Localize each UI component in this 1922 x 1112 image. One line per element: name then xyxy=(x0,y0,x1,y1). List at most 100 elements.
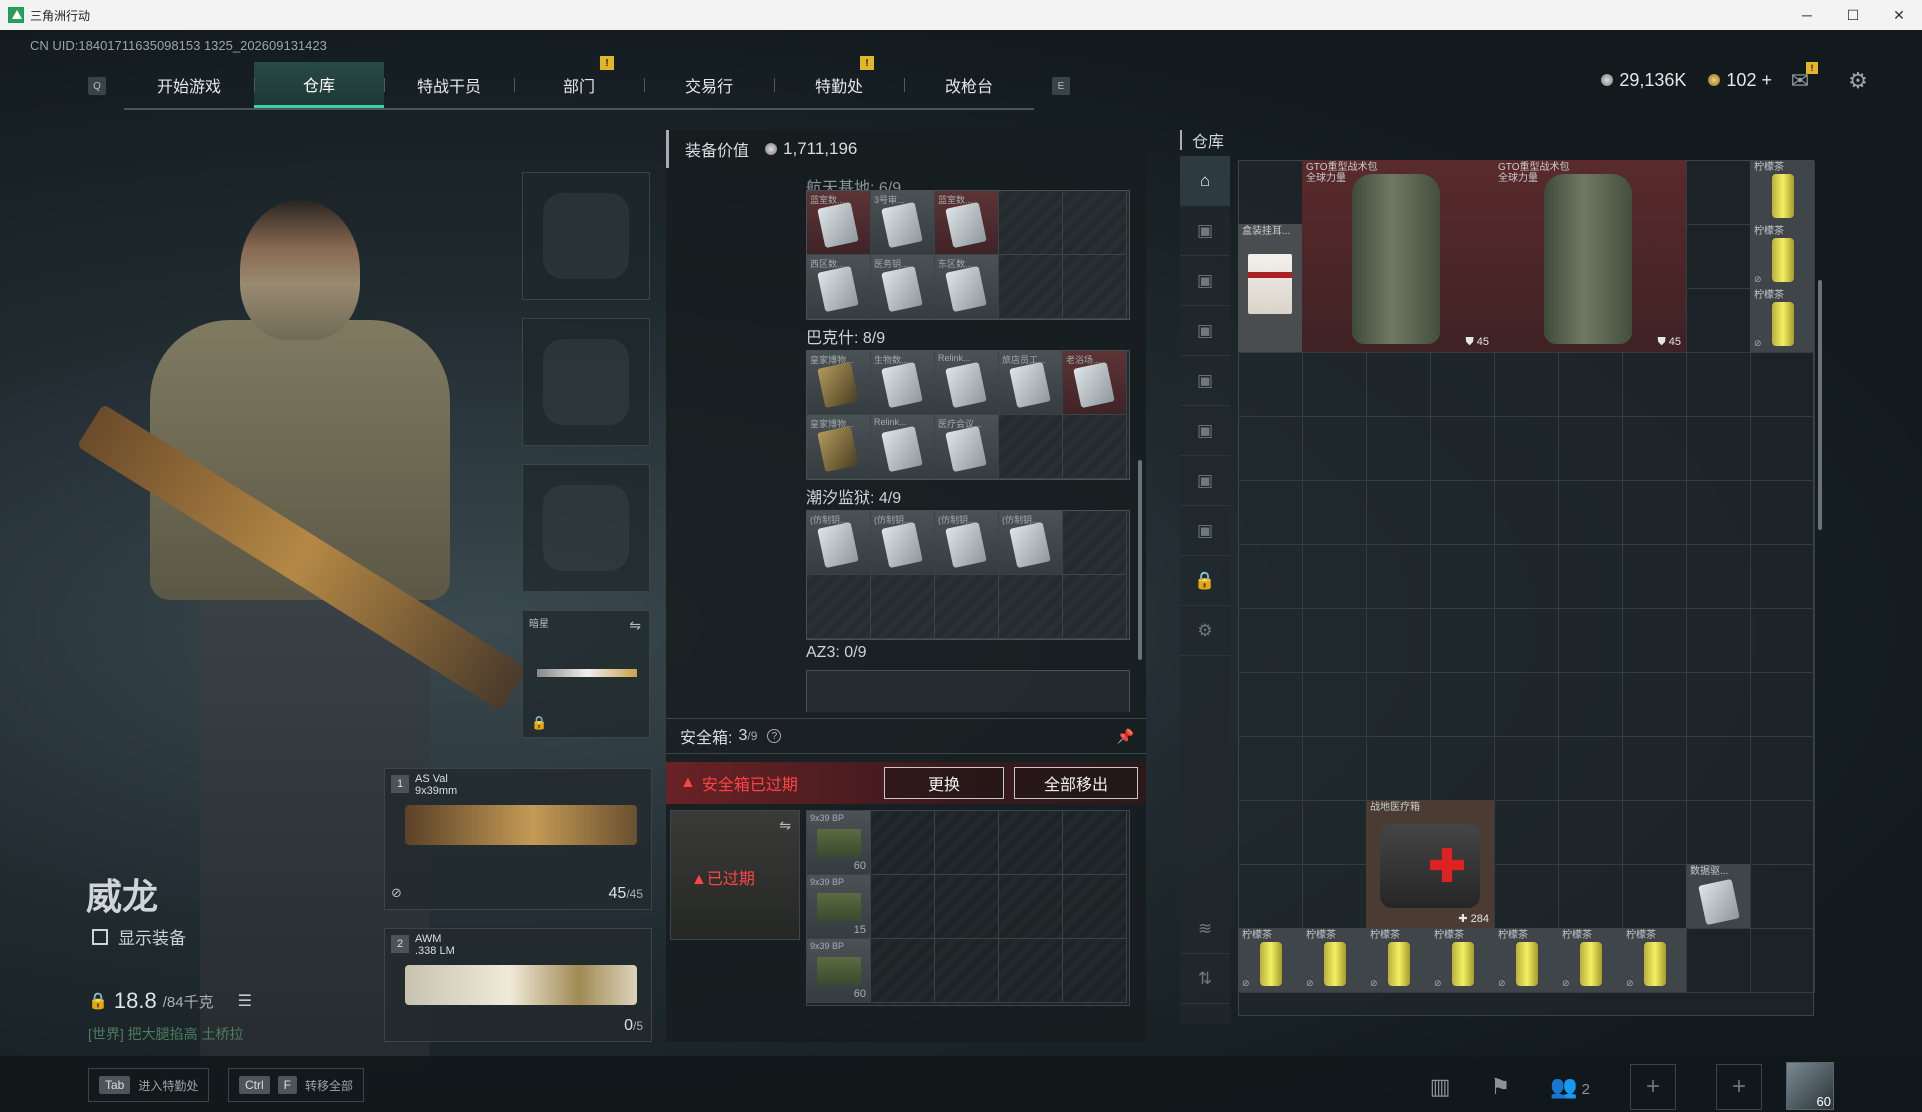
empty-slot[interactable] xyxy=(935,875,999,939)
empty-slot[interactable] xyxy=(1063,939,1127,1003)
keycard-item[interactable]: 旅店员工... xyxy=(999,351,1063,415)
keycard-item[interactable]: Relink... xyxy=(935,351,999,415)
empty-slot[interactable] xyxy=(999,191,1063,255)
keycard-item[interactable]: (仿制钥... xyxy=(935,511,999,575)
helmet-slot[interactable] xyxy=(522,172,650,300)
keycard-item[interactable]: 皇家博物... xyxy=(807,351,871,415)
tab-department[interactable]: 部门! xyxy=(514,56,644,108)
empty-slot[interactable] xyxy=(807,575,871,639)
storage-expansion-3-icon[interactable]: ▣ xyxy=(1180,306,1230,356)
empty-slot[interactable] xyxy=(999,811,1063,875)
show-equipment-checkbox[interactable] xyxy=(92,928,108,945)
empty-slot[interactable] xyxy=(871,875,935,939)
nav-next-key[interactable]: E xyxy=(1052,77,1070,95)
storage-settings-icon[interactable]: ⚙ xyxy=(1180,606,1230,656)
keycard-item[interactable]: 生物数... xyxy=(871,351,935,415)
empty-slot[interactable] xyxy=(935,811,999,875)
keycard-item[interactable]: 皇家博物... xyxy=(807,415,871,479)
pistol-slot[interactable] xyxy=(522,464,650,592)
ammo-item[interactable]: 9x39 BP 60 xyxy=(807,811,871,875)
primary-weapon-slot[interactable]: 1 AS Val 9x39mm ⊘ 45/45 xyxy=(384,768,652,910)
nav-prev-key[interactable]: Q xyxy=(88,77,106,95)
backpack-item[interactable]: GTO重型战术包 全球力量 ⛊ 45 xyxy=(1302,160,1494,352)
lemon-tea-item[interactable]: 柠檬茶 ⊘ xyxy=(1302,928,1366,992)
lemon-tea-item[interactable]: 柠檬茶 ⊘ xyxy=(1558,928,1622,992)
lemon-tea-item[interactable]: 柠檬茶 ⊘ xyxy=(1494,928,1558,992)
coffee-box-item[interactable]: 盒装挂耳... xyxy=(1238,224,1302,352)
keycard-item[interactable]: 老浴场... xyxy=(1063,351,1127,415)
keycard-item[interactable]: Relink... xyxy=(871,415,935,479)
empty-slot[interactable] xyxy=(935,575,999,639)
tab-special-ops[interactable]: 特勤处! xyxy=(774,56,904,108)
keycard-item[interactable]: 蓝室数... xyxy=(807,191,871,255)
empty-slot[interactable] xyxy=(1063,511,1127,575)
list-icon[interactable]: ☰ xyxy=(238,991,252,1011)
keycard-item[interactable]: 3号审... xyxy=(871,191,935,255)
tab-gunsmith[interactable]: 改枪台 xyxy=(904,62,1034,108)
empty-slot[interactable] xyxy=(871,575,935,639)
keycard-item[interactable]: 蓝室数... xyxy=(935,191,999,255)
empty-slot[interactable] xyxy=(935,939,999,1003)
mail-icon[interactable]: ✉! xyxy=(1786,62,1818,94)
lemon-tea-item[interactable]: 柠檬茶 xyxy=(1750,160,1814,224)
armor-slot[interactable] xyxy=(522,318,650,446)
lemon-tea-item[interactable]: 柠檬茶 ⊘ xyxy=(1238,928,1302,992)
empty-slot[interactable] xyxy=(1063,811,1127,875)
safebox-case[interactable]: ⇋ ▲已过期 xyxy=(670,810,800,940)
tab-operators[interactable]: 特战干员 xyxy=(384,62,514,108)
lemon-tea-item[interactable]: 柠檬茶 ⊘ xyxy=(1622,928,1686,992)
transfer-all-hint[interactable]: Ctrl F 转移全部 xyxy=(228,1068,365,1102)
empty-slot[interactable] xyxy=(1063,875,1127,939)
stats-chart-icon[interactable]: ▥ xyxy=(1430,1074,1451,1100)
storage-expansion-7-icon[interactable]: ▣ xyxy=(1180,506,1230,556)
pin-icon[interactable]: 📌 xyxy=(1117,728,1134,745)
layers-icon[interactable]: ≋ xyxy=(1180,904,1230,954)
tab-warehouse[interactable]: 仓库 xyxy=(254,62,384,108)
data-drive-item[interactable]: 数据驱... xyxy=(1686,864,1750,928)
show-equipment-toggle[interactable]: 显示装备 xyxy=(92,924,186,949)
invite-slot-button[interactable]: + xyxy=(1716,1064,1762,1110)
equipment-scrollbar[interactable] xyxy=(1138,460,1142,660)
empty-slot[interactable] xyxy=(871,939,935,1003)
ammo-item[interactable]: 9x39 BP 15 xyxy=(807,875,871,939)
empty-slot[interactable] xyxy=(999,939,1063,1003)
empty-slot[interactable] xyxy=(999,255,1063,319)
tab-start-game[interactable]: 开始游戏 xyxy=(124,62,254,108)
settings-gear-icon[interactable]: ⚙ xyxy=(1844,68,1872,94)
empty-slot[interactable] xyxy=(999,415,1063,479)
empty-slot[interactable] xyxy=(999,875,1063,939)
enter-special-ops-hint[interactable]: Tab 进入特勤处 xyxy=(88,1068,210,1102)
keycard-item[interactable]: (仿制钥... xyxy=(871,511,935,575)
lemon-tea-item[interactable]: 柠檬茶 ⊘ xyxy=(1430,928,1494,992)
swap-icon[interactable]: ⇋ xyxy=(779,817,791,834)
keycard-item[interactable]: 医务钥... xyxy=(871,255,935,319)
maximize-button[interactable]: ☐ xyxy=(1830,0,1876,30)
help-icon[interactable]: ? xyxy=(767,729,782,743)
add-gold-button[interactable]: + xyxy=(1761,70,1772,90)
empty-slot[interactable] xyxy=(999,575,1063,639)
swap-icon[interactable]: ⇋ xyxy=(629,617,641,634)
lemon-tea-item[interactable]: 柠檬茶 ⊘ xyxy=(1750,288,1814,352)
melee-slot[interactable]: 暗星 ⇋ 🔒 xyxy=(522,610,650,738)
secondary-weapon-slot[interactable]: 2 AWM .338 LM 0/5 xyxy=(384,928,652,1042)
minimize-button[interactable]: ─ xyxy=(1784,0,1830,30)
empty-slot[interactable] xyxy=(1063,255,1127,319)
tab-market[interactable]: 交易行 xyxy=(644,62,774,108)
keycard-item[interactable]: 医疗会议... xyxy=(935,415,999,479)
lemon-tea-item[interactable]: 柠檬茶 ⊘ xyxy=(1366,928,1430,992)
empty-slot[interactable] xyxy=(1063,191,1127,255)
storage-expansion-1-icon[interactable]: ▣ xyxy=(1180,206,1230,256)
storage-expansion-6-icon[interactable]: ▣ xyxy=(1180,456,1230,506)
storage-expansion-4-icon[interactable]: ▣ xyxy=(1180,356,1230,406)
storage-expansion-5-icon[interactable]: ▣ xyxy=(1180,406,1230,456)
friends-icon[interactable]: 👥 2 xyxy=(1550,1074,1590,1100)
keycard-item[interactable]: 西区数... xyxy=(807,255,871,319)
storage-lock-icon[interactable]: 🔒 xyxy=(1180,556,1230,606)
edit-weapon-icon[interactable]: ⊘ xyxy=(391,885,402,901)
empty-slot[interactable] xyxy=(1063,415,1127,479)
medkit-item[interactable]: 战地医疗箱 ✚ 284 xyxy=(1366,800,1494,928)
keycard-item[interactable]: (仿制钥... xyxy=(999,511,1063,575)
sort-icon[interactable]: ⇅ xyxy=(1180,954,1230,1004)
empty-slot[interactable] xyxy=(871,811,935,875)
remove-all-button[interactable]: 全部移出 xyxy=(1014,767,1138,799)
